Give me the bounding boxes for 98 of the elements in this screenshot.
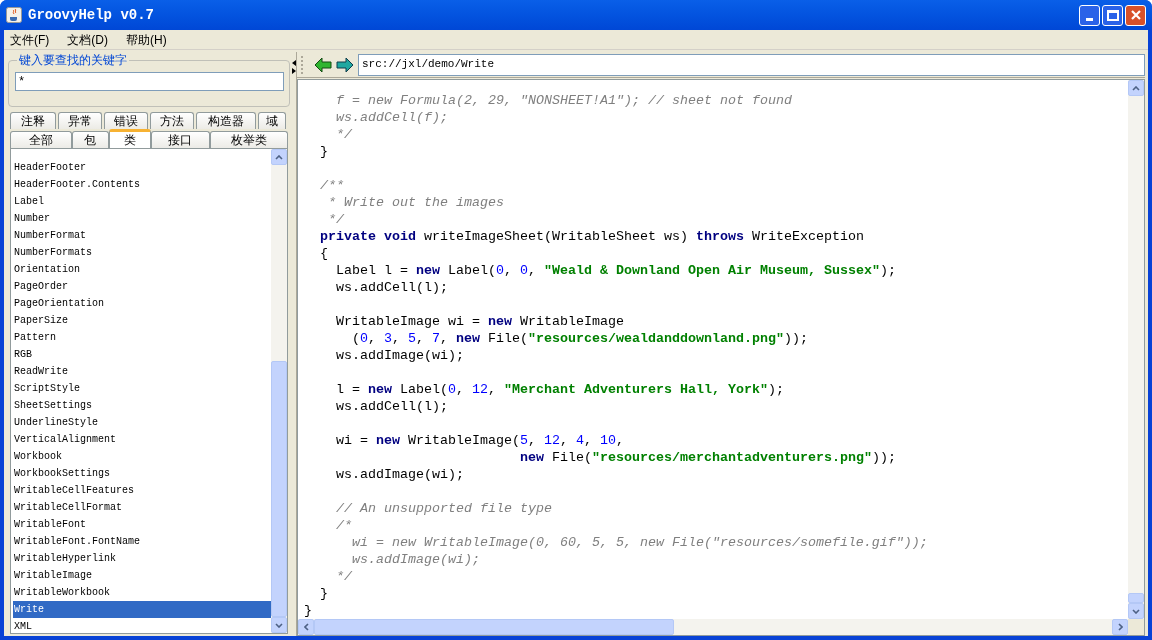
- code-line: (0, 3, 5, 7, new File("resources/wealdanddownland.png"));: [351, 330, 809, 347]
- class-list-item[interactable]: Label: [13, 193, 271, 210]
- scroll-down-button[interactable]: [1128, 603, 1144, 619]
- code-line: f = new Formula(2, 29, "NONSHEET!A1"); // sheet not found: [335, 92, 793, 109]
- tab[interactable]: 类: [108, 129, 151, 148]
- code-line: WritableImage wi = new WritableImage: [335, 313, 625, 330]
- horizontal-scrollbar[interactable]: [298, 619, 1128, 635]
- class-list-item[interactable]: WritableWorkbook: [13, 584, 271, 601]
- scroll-right-button[interactable]: [1112, 619, 1128, 635]
- code-line: wi = new WritableImage(5, 12, 4, 10,: [335, 432, 625, 449]
- code-line: /*: [335, 517, 353, 534]
- scroll-thumb[interactable]: [314, 619, 674, 635]
- class-list-item[interactable]: HeaderFooter: [13, 159, 271, 176]
- scroll-thumb[interactable]: [1128, 593, 1144, 603]
- code-line: {: [319, 245, 329, 262]
- address-field[interactable]: src://jxl/demo/Write: [358, 53, 1145, 76]
- code-line: wi = new WritableImage(0, 60, 5, 5, new File("resources/somefile.gif"));: [351, 534, 929, 551]
- caret-right-icon: [1117, 623, 1123, 631]
- collapse-arrows-icon[interactable]: [291, 60, 296, 74]
- code-line: */: [335, 568, 353, 585]
- code-line: /**: [319, 177, 345, 194]
- code-line: Label l = new Label(0, 0, "Weald & Downland Open Air Museum, Sussex");: [335, 262, 897, 279]
- window-title: GroovyHelp v0.7: [28, 5, 156, 25]
- class-list-item[interactable]: HeaderFooter.Contents: [13, 176, 271, 193]
- code-line: */: [327, 211, 345, 228]
- class-list-item[interactable]: PageOrder: [13, 278, 271, 295]
- scroll-thumb[interactable]: [271, 361, 287, 617]
- class-list-item[interactable]: Workbook: [13, 448, 271, 465]
- class-list-item[interactable]: Write: [13, 601, 271, 618]
- class-list-item[interactable]: UnderlineStyle: [13, 414, 271, 431]
- tab[interactable]: 错误: [104, 112, 148, 129]
- class-list-item[interactable]: Pattern: [13, 329, 271, 346]
- vertical-scrollbar[interactable]: [1128, 80, 1144, 619]
- class-list-item[interactable]: NumberFormats: [13, 244, 271, 261]
- tab[interactable]: 构造器: [196, 112, 256, 129]
- code-line: */: [335, 126, 353, 143]
- code-line: ws.addCell(f);: [335, 109, 449, 126]
- scroll-up-button[interactable]: [271, 149, 287, 165]
- class-list-item[interactable]: NumberFormat: [13, 227, 271, 244]
- forward-arrow-icon[interactable]: [336, 56, 354, 73]
- class-list-item[interactable]: WritableFont.FontName: [13, 533, 271, 550]
- close-icon: [1129, 9, 1142, 21]
- code-line: }: [319, 143, 329, 160]
- scroll-left-button[interactable]: [298, 619, 314, 635]
- code-line: new File("resources/merchantadventurers.png"));: [518, 449, 897, 466]
- close-button[interactable]: [1125, 4, 1146, 26]
- class-list-item[interactable]: PageOrientation: [13, 295, 271, 312]
- class-list-item[interactable]: WritableImage: [13, 567, 271, 584]
- search-field[interactable]: *: [15, 72, 284, 91]
- code-line: l = new Label(0, 12, "Merchant Adventurers Hall, York");: [335, 381, 785, 398]
- tab[interactable]: 异常: [58, 112, 102, 129]
- code-line: }: [304, 602, 313, 619]
- class-list-item[interactable]: RGB: [13, 346, 271, 363]
- code-line: }: [319, 585, 329, 602]
- code-line: * Write out the images: [327, 194, 505, 211]
- menu-item[interactable]: 文件(F): [10, 30, 50, 49]
- class-list-item[interactable]: ReadWrite: [13, 363, 271, 380]
- maximize-button[interactable]: [1102, 4, 1123, 26]
- class-list-item[interactable]: PaperSize: [13, 312, 271, 329]
- tab[interactable]: 枚举类: [210, 131, 288, 148]
- tab[interactable]: 包: [71, 131, 109, 148]
- menu-item[interactable]: 帮助(H): [126, 30, 167, 49]
- tab[interactable]: 注释: [10, 112, 56, 129]
- caret-down-icon: [1132, 608, 1140, 614]
- code-line: ws.addImage(wi);: [351, 551, 481, 568]
- minimize-button[interactable]: [1079, 4, 1100, 26]
- code-line: ws.addCell(l);: [335, 398, 449, 415]
- code-line: ws.addImage(wi);: [335, 347, 465, 364]
- scroll-up-button[interactable]: [1128, 80, 1144, 96]
- java-cup-icon: [6, 7, 22, 23]
- caret-down-icon: [275, 622, 283, 628]
- class-list-item[interactable]: WorkbookSettings: [13, 465, 271, 482]
- code-line: ws.addCell(l);: [335, 279, 449, 296]
- tab[interactable]: 全部: [10, 131, 72, 148]
- class-list-item[interactable]: SheetSettings: [13, 397, 271, 414]
- caret-up-icon: [1132, 85, 1140, 91]
- tab[interactable]: 接口: [150, 131, 211, 148]
- code-line: // An unsupported file type: [335, 500, 553, 517]
- class-list-item[interactable]: ScriptStyle: [13, 380, 271, 397]
- class-list-item[interactable]: Orientation: [13, 261, 271, 278]
- menu-item[interactable]: 文档(D): [67, 30, 108, 49]
- back-arrow-icon[interactable]: [314, 56, 332, 73]
- class-list-item[interactable]: XML: [13, 618, 271, 635]
- tab[interactable]: 域: [258, 112, 286, 129]
- class-list-item[interactable]: WritableCellFormat: [13, 499, 271, 516]
- code-line: ws.addImage(wi);: [335, 466, 465, 483]
- class-list-item[interactable]: VerticalAlignment: [13, 431, 271, 448]
- caret-left-icon: [303, 623, 309, 631]
- class-list-item[interactable]: WritableHyperlink: [13, 550, 271, 567]
- class-list-item[interactable]: WritableFont: [13, 516, 271, 533]
- caret-up-icon: [275, 154, 283, 160]
- search-legend: 键入要查找的关键字: [17, 52, 129, 68]
- scroll-down-button[interactable]: [271, 617, 287, 633]
- tab[interactable]: 方法: [150, 112, 194, 129]
- vertical-scrollbar[interactable]: [271, 149, 287, 633]
- class-list-item[interactable]: Number: [13, 210, 271, 227]
- class-list-item[interactable]: WritableCellFeatures: [13, 482, 271, 499]
- code-line: private void writeImageSheet(WritableSheet ws) throws WriteException: [319, 228, 865, 245]
